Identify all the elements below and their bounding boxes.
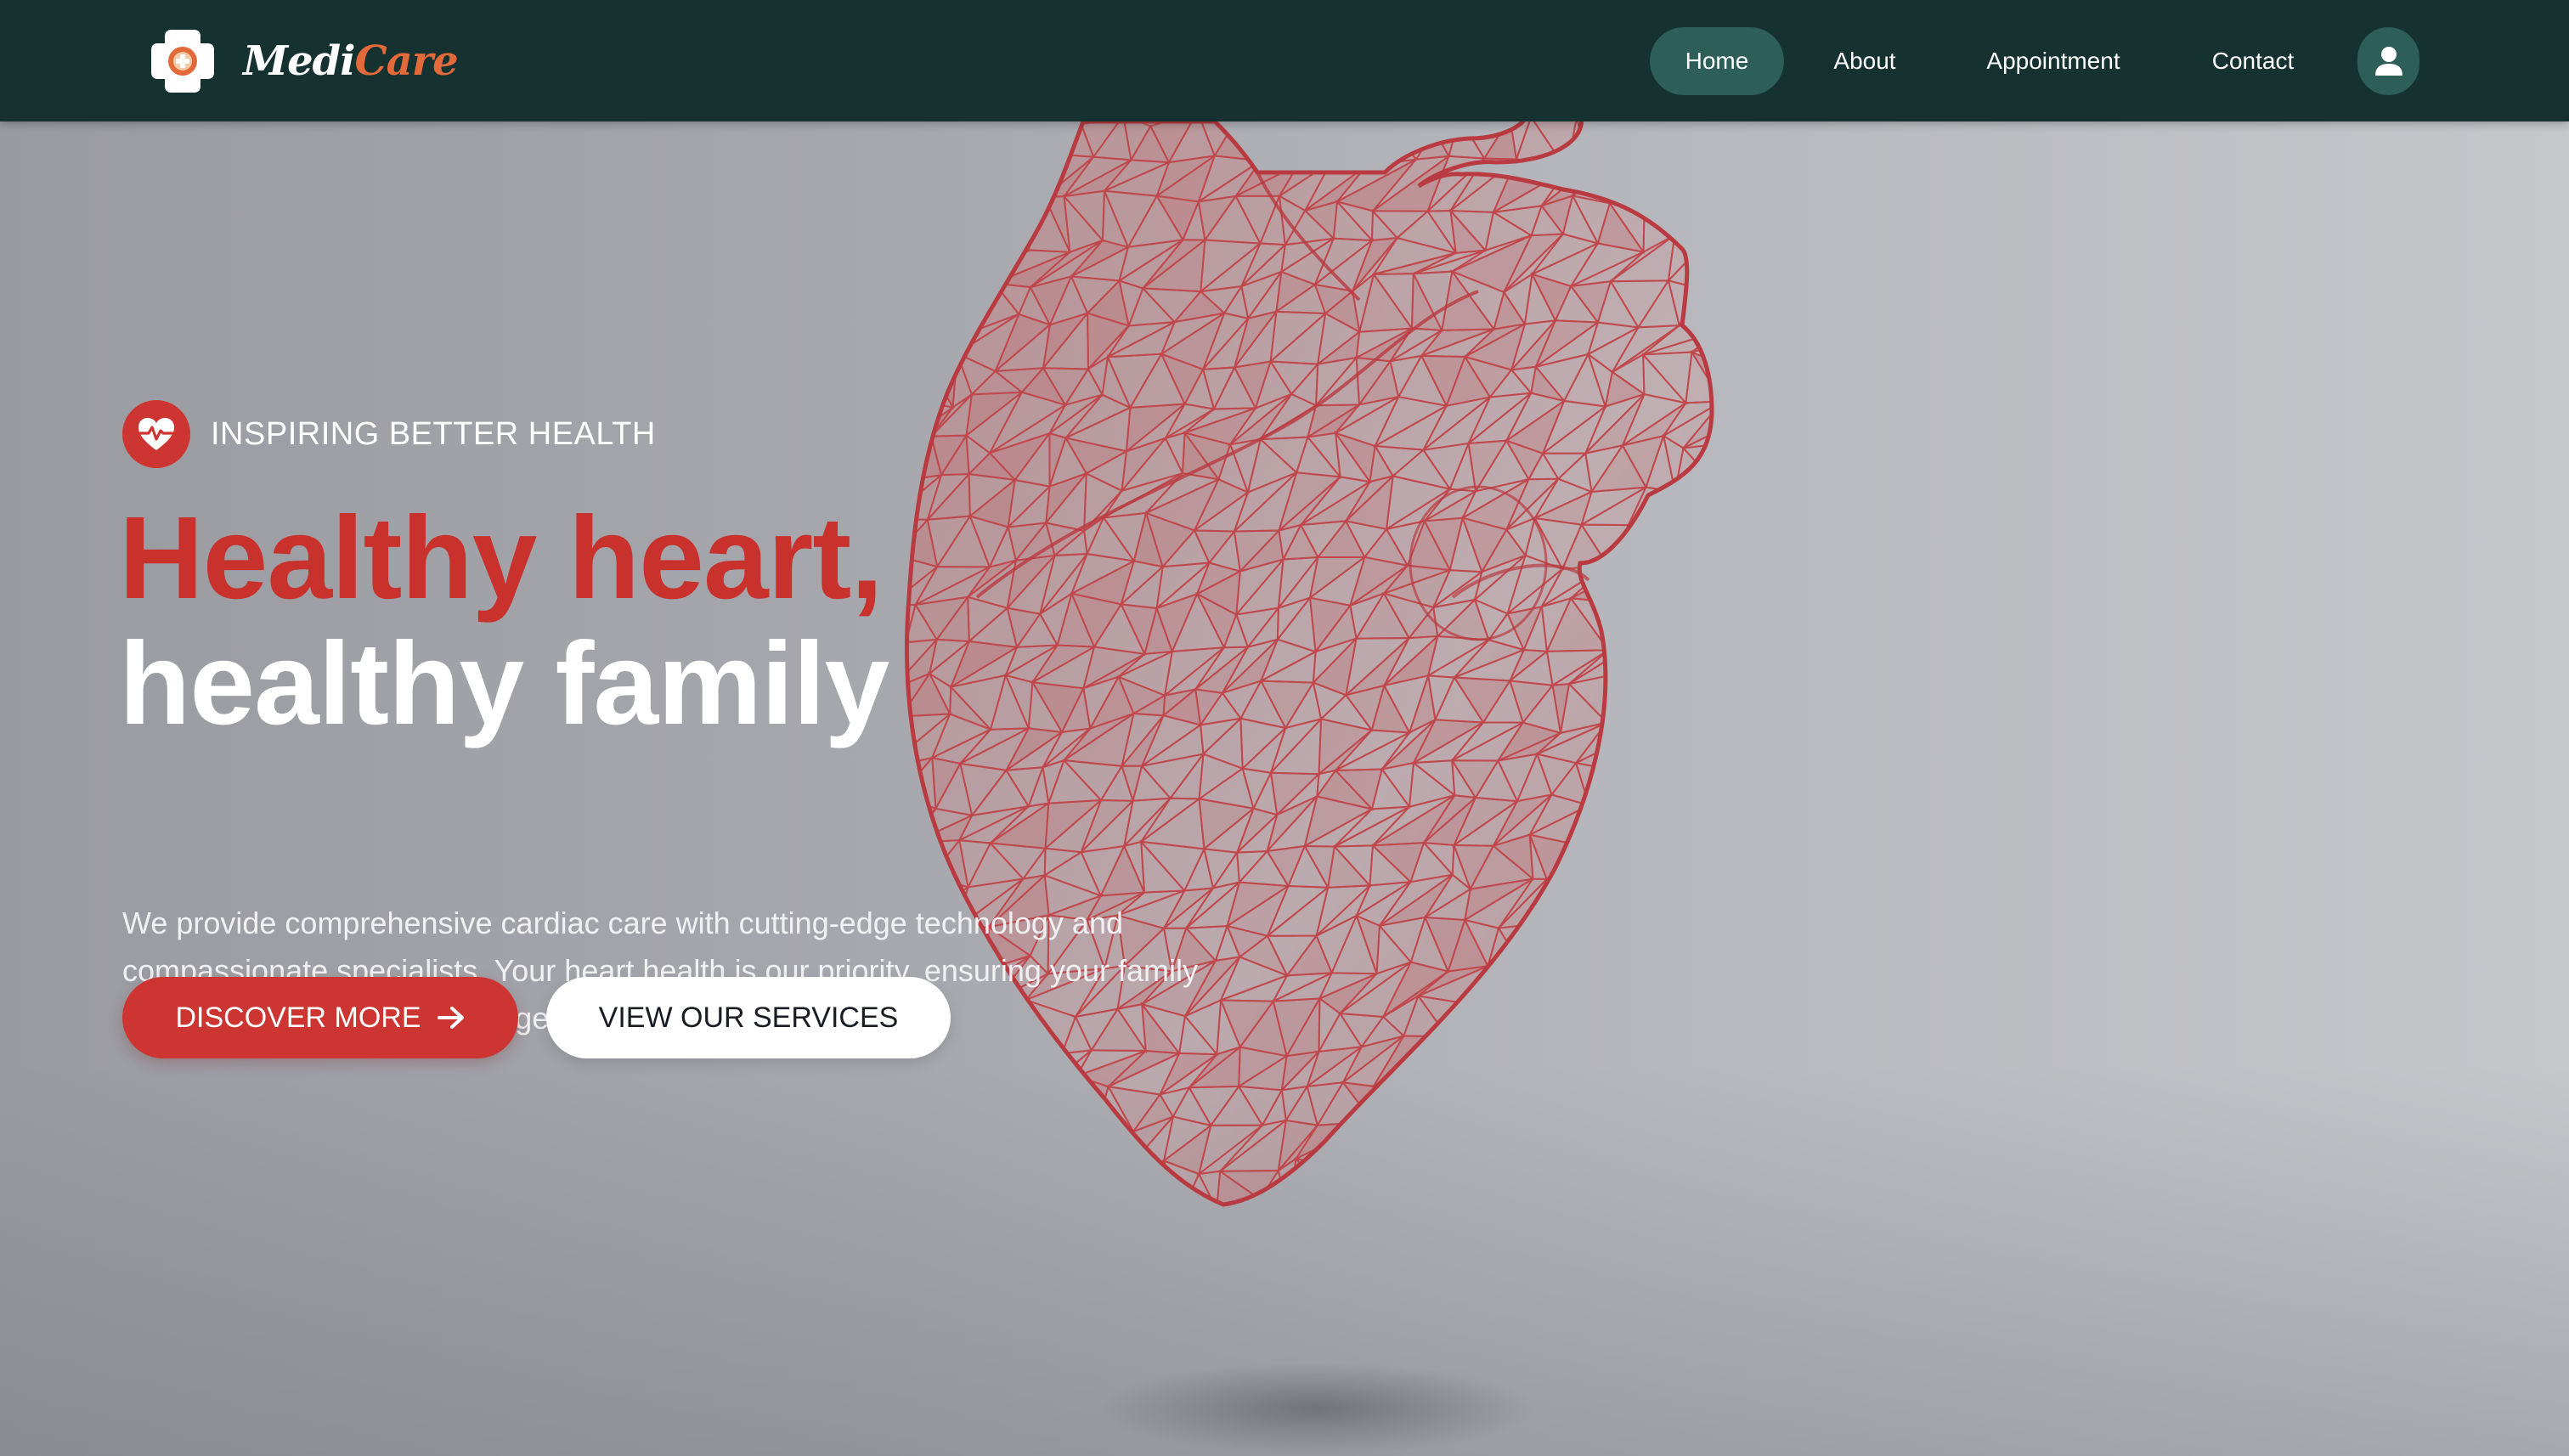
nav-appointment-link[interactable]: Appointment (1981, 27, 2126, 95)
profile-button[interactable] (2357, 27, 2419, 95)
arrow-right-icon (437, 1007, 464, 1029)
wireframe-heart-illustration (884, 121, 1733, 1328)
view-services-button[interactable]: VIEW OUR SERVICES (546, 977, 951, 1058)
tagline-text: INSPIRING BETTER HEALTH (211, 415, 656, 452)
heart-floor-shadow (1096, 1362, 1538, 1455)
hero-headline: Healthy heart, healthy family (119, 495, 889, 747)
main-nav: Home About Appointment Contact (0, 27, 2569, 95)
heart-pulse-icon (122, 400, 190, 468)
nav-about-link[interactable]: About (1831, 27, 1899, 95)
discover-more-label: DISCOVER MORE (175, 1001, 421, 1034)
discover-more-button[interactable]: DISCOVER MORE (122, 977, 518, 1058)
nav-contact-link[interactable]: Contact (2207, 27, 2299, 95)
view-services-label: VIEW OUR SERVICES (598, 1001, 899, 1034)
user-icon (2374, 47, 2402, 76)
hero-section: INSPIRING BETTER HEALTH Healthy heart, h… (0, 121, 2569, 1456)
nav-home-link[interactable]: Home (1650, 27, 1784, 95)
hero-tagline: INSPIRING BETTER HEALTH (122, 400, 656, 468)
top-navbar: MediCare Home About Appointment Contact (0, 0, 2569, 121)
headline-line-2: healthy family (119, 618, 889, 749)
headline-line-1: Healthy heart, (119, 493, 884, 624)
